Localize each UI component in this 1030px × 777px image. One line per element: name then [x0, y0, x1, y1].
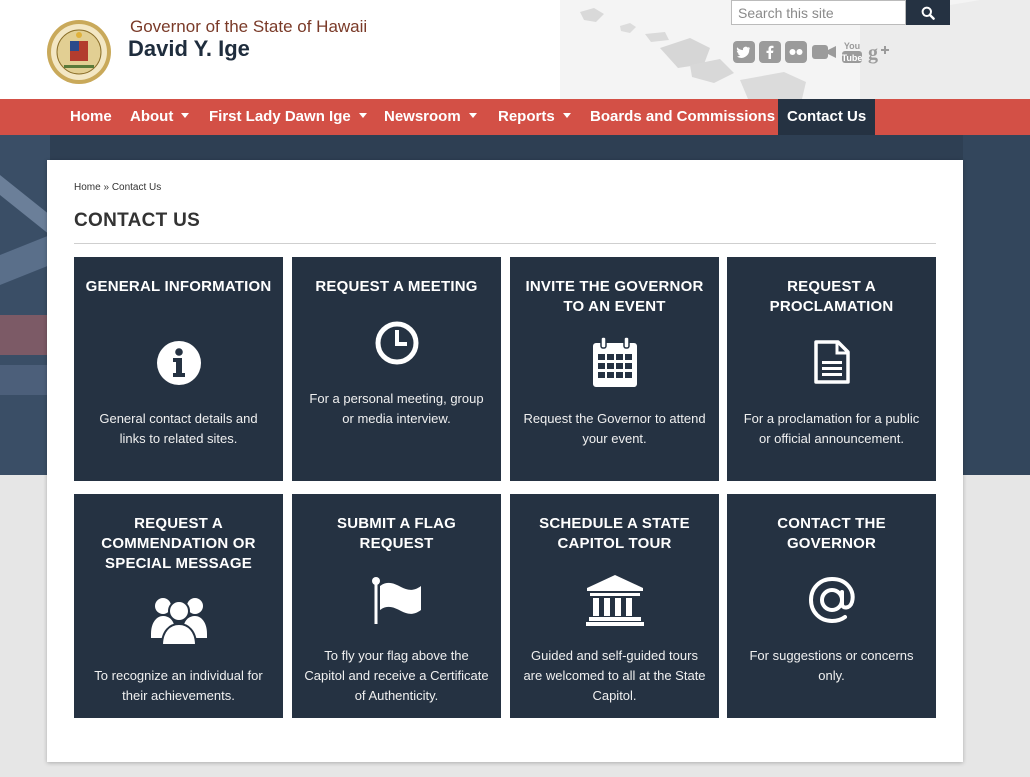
- tile-title: Contact the Governor: [777, 515, 886, 552]
- site-subtitle: Governor of the State of Hawaii: [130, 17, 368, 36]
- tile-description: For suggestions or concerns only.: [749, 648, 914, 683]
- tile-description: Guided and self-guided tours are welcome…: [523, 648, 706, 703]
- tile-submit-flag-request[interactable]: Submit a Flag Request To fly your flag a…: [292, 494, 501, 718]
- nav-item-newsroom[interactable]: Newsroom: [374, 99, 487, 135]
- info-icon: [156, 341, 201, 385]
- tile-description: To fly your flag above the Capitol and r…: [304, 648, 489, 703]
- flag-icon: [371, 577, 421, 624]
- tile-title: General Information: [85, 278, 272, 295]
- breadcrumb-separator: »: [103, 182, 110, 193]
- breadcrumb: Home » Contact Us: [74, 182, 161, 193]
- tile-invite-governor[interactable]: Invite the Governor to an Event Request …: [510, 257, 719, 481]
- document-icon: [813, 340, 850, 384]
- tile-description: General contact details and links to rel…: [99, 411, 258, 446]
- main-nav: Home About First Lady Dawn Ige Newsroom …: [0, 99, 1030, 135]
- twitter-icon[interactable]: [733, 40, 755, 64]
- video-camera-icon[interactable]: [811, 40, 837, 64]
- social-links: You Tube g: [733, 38, 893, 66]
- content-card: Home » Contact Us CONTACT US General Inf…: [47, 160, 963, 762]
- tile-description: Request the Governor to attend your even…: [523, 411, 706, 446]
- svg-text:Tube: Tube: [842, 53, 863, 63]
- tile-title: Submit a Flag Request: [337, 515, 456, 552]
- tile-request-proclamation[interactable]: Request a Proclamation For a proclamatio…: [727, 257, 936, 481]
- governor-name[interactable]: David Y. Ige: [128, 36, 250, 62]
- svg-text:g: g: [868, 42, 878, 64]
- nav-item-first-lady[interactable]: First Lady Dawn Ige: [199, 99, 377, 135]
- tile-schedule-capitol-tour[interactable]: Schedule a State Capitol Tour Guided and…: [510, 494, 719, 718]
- search-button[interactable]: [906, 0, 950, 25]
- tile-title: Request a Proclamation: [769, 278, 894, 315]
- nav-item-reports[interactable]: Reports: [488, 99, 581, 135]
- tile-title: Request a Meeting: [315, 278, 478, 295]
- tile-description: To recognize an individual for their ach…: [94, 668, 263, 703]
- svg-text:You: You: [844, 41, 860, 51]
- nav-item-boards[interactable]: Boards and Commissions: [580, 99, 785, 135]
- tile-contact-governor[interactable]: Contact the Governor For suggestions or …: [727, 494, 936, 718]
- title-divider: [74, 243, 936, 244]
- caret-down-icon: [468, 112, 477, 118]
- youtube-icon[interactable]: You Tube: [841, 40, 863, 64]
- building-icon: [585, 575, 644, 626]
- caret-down-icon: [181, 112, 190, 118]
- google-plus-icon[interactable]: g: [867, 40, 893, 64]
- caret-down-icon: [562, 112, 571, 118]
- tile-general-information[interactable]: General Information General contact deta…: [74, 257, 283, 481]
- flickr-icon[interactable]: [785, 40, 807, 64]
- nav-item-contact[interactable]: Contact Us: [778, 99, 876, 135]
- facebook-icon[interactable]: [759, 40, 781, 64]
- tile-title: Invite the Governor to an Event: [525, 278, 704, 315]
- state-seal-logo[interactable]: [46, 19, 112, 85]
- group-icon: [150, 598, 207, 646]
- tile-request-commendation[interactable]: Request a Commendation or Special Messag…: [74, 494, 283, 718]
- tile-title: Request a Commendation or Special Messag…: [101, 515, 256, 572]
- nav-item-home[interactable]: Home: [60, 99, 122, 135]
- clock-icon: [375, 321, 418, 365]
- breadcrumb-home-link[interactable]: Home: [74, 182, 101, 193]
- tile-title: Schedule a State Capitol Tour: [539, 515, 690, 552]
- at-sign-icon: [808, 576, 855, 624]
- nav-item-about[interactable]: About: [120, 99, 199, 135]
- page-title: CONTACT US: [74, 210, 201, 231]
- tile-description: For a proclamation for a public or offic…: [743, 411, 920, 446]
- tile-request-meeting[interactable]: Request a Meeting For a personal meeting…: [292, 257, 501, 481]
- breadcrumb-current: Contact Us: [111, 182, 162, 193]
- site-header: Governor of the State of Hawaii David Y.…: [0, 0, 1030, 99]
- search-input[interactable]: [731, 0, 906, 25]
- search-icon: [921, 6, 935, 20]
- tile-description: For a personal meeting, group or media i…: [309, 391, 484, 426]
- caret-down-icon: [358, 112, 367, 118]
- calendar-icon: [592, 337, 637, 387]
